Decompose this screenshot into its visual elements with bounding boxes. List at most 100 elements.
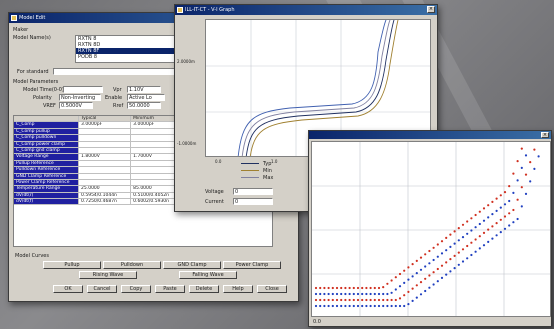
current-field[interactable]: 0 xyxy=(233,198,273,205)
waveform-point xyxy=(474,226,477,229)
copy-button[interactable]: Copy xyxy=(121,285,151,293)
table-cell[interactable]: 1.8000V xyxy=(79,154,132,160)
waveform-close-button[interactable]: × xyxy=(541,132,549,138)
waveform-point xyxy=(503,227,507,230)
waveform-point xyxy=(512,191,515,194)
table-cell[interactable] xyxy=(79,141,132,147)
waveform-point xyxy=(323,286,326,290)
table-cell[interactable] xyxy=(79,173,132,179)
polarity-label: Polarity xyxy=(33,95,52,101)
waveform-point xyxy=(440,252,444,255)
graph-close-button[interactable]: × xyxy=(427,6,435,13)
waveform-point xyxy=(478,235,481,238)
waveform-point xyxy=(327,304,330,308)
rising-wave-button[interactable]: Rising Wave xyxy=(79,271,137,279)
table-cell[interactable]: 3.0000pF xyxy=(79,122,132,128)
ok-button[interactable]: OK xyxy=(53,285,83,293)
waveform-point xyxy=(424,265,427,268)
waveform-point xyxy=(495,197,498,200)
column-header xyxy=(14,116,80,122)
waveform-point xyxy=(327,298,330,302)
waveform-point xyxy=(344,298,347,302)
waveform-point xyxy=(436,267,439,271)
table-cell[interactable] xyxy=(79,135,132,141)
waveform-point xyxy=(516,179,519,182)
waveform-point xyxy=(445,261,448,264)
table-cell[interactable]: 25.0000 xyxy=(79,186,132,192)
table-cell[interactable]: 0.5954/0.1044n xyxy=(79,192,132,199)
table-cell[interactable] xyxy=(79,160,132,167)
power-clamp-button[interactable]: Power Clamp xyxy=(223,261,281,269)
waveform-point xyxy=(356,304,360,308)
table-cell[interactable] xyxy=(79,179,132,186)
waveform-point xyxy=(445,236,448,239)
waveform-point xyxy=(377,286,381,290)
waveform-point xyxy=(335,286,339,290)
list-item[interactable]: PODB 8 xyxy=(76,54,174,60)
table-cell[interactable]: 0.7250/0.4687n xyxy=(79,199,132,205)
waveform-point xyxy=(373,304,376,308)
waveform-point xyxy=(407,290,410,293)
waveform-point xyxy=(474,238,477,241)
waveform-point xyxy=(524,173,528,176)
waveform-point xyxy=(386,282,389,285)
falling-wave-button[interactable]: Falling Wave xyxy=(179,271,237,279)
model-listbox[interactable]: RXTN 8 RXTN 8D RXTN 8F PODB 8 xyxy=(75,35,175,63)
y-tick-label: 2.0000m xyxy=(177,59,195,64)
model-time-field[interactable] xyxy=(63,86,103,93)
waveform-point xyxy=(529,180,532,183)
waveform-point xyxy=(323,298,326,302)
waveform-point xyxy=(436,280,439,283)
waveform-point xyxy=(491,213,494,216)
waveform-point xyxy=(394,304,397,308)
enable-label: Enable xyxy=(105,95,123,101)
waveform-point xyxy=(361,286,364,290)
pullup-button[interactable]: Pullup xyxy=(43,261,101,269)
waveform-point xyxy=(382,286,385,289)
vi-graph-title-bar: ILL-IT-CT - V-I Graph × xyxy=(175,5,437,15)
table-cell[interactable] xyxy=(79,128,132,135)
table-cell[interactable] xyxy=(79,147,132,154)
status-text: 0.0 xyxy=(313,319,321,325)
waveform-point xyxy=(327,292,330,296)
gnd-clamp-button[interactable]: GND Clamp xyxy=(163,261,221,269)
paste-button[interactable]: Paste xyxy=(155,285,185,293)
waveform-point xyxy=(516,198,519,201)
row-header: C_Comp pulldown xyxy=(14,135,80,141)
waveform-point xyxy=(436,255,439,258)
waveform-point xyxy=(386,304,389,308)
row-header: Pulldown Reference xyxy=(14,167,80,173)
waveform-point xyxy=(512,172,515,175)
cancel-button[interactable]: Cancel xyxy=(87,285,117,293)
rref-field[interactable]: 50.0000 xyxy=(127,102,161,109)
waveform-point xyxy=(520,166,523,169)
waveform-point xyxy=(369,292,372,296)
waveform-point xyxy=(386,298,389,302)
delete-button[interactable]: Delete xyxy=(189,285,219,293)
enable-select[interactable]: Active Lo xyxy=(127,94,165,101)
waveform-point xyxy=(524,154,528,157)
waveform-point xyxy=(331,286,334,290)
waveform-point xyxy=(369,286,372,290)
voltage-field[interactable]: 0 xyxy=(233,188,273,195)
polarity-select[interactable]: Non-Inverting xyxy=(59,94,101,101)
pulldown-button[interactable]: Pulldown xyxy=(103,261,161,269)
standard-field[interactable] xyxy=(53,68,175,75)
waveform-point xyxy=(466,232,469,235)
vref-field[interactable]: 0.5000V xyxy=(59,102,93,109)
waveform-point xyxy=(508,224,511,227)
waveform-point xyxy=(491,200,494,203)
help-button[interactable]: Help xyxy=(223,285,253,293)
window-title: Model Edit xyxy=(19,15,46,21)
waveform-point xyxy=(470,241,473,244)
waveform-point xyxy=(352,286,355,290)
vpr-field[interactable]: 1.10V xyxy=(127,86,161,93)
waveform-point xyxy=(314,298,318,302)
close-dialog-button[interactable]: Close xyxy=(257,285,287,293)
waveform-point xyxy=(361,304,364,308)
waveform-point xyxy=(508,185,511,188)
waveform-chart xyxy=(312,142,550,316)
waveform-point xyxy=(520,186,523,189)
waveform-point xyxy=(495,222,498,225)
table-cell[interactable] xyxy=(79,167,132,173)
